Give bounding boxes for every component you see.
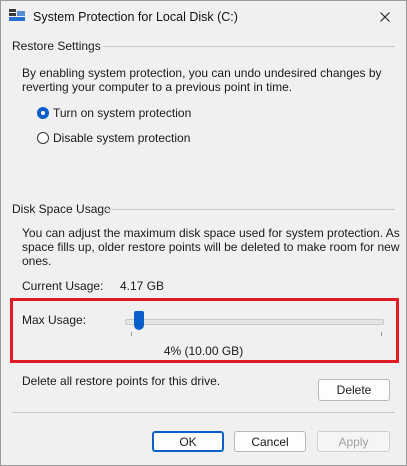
disk-description-line2: space fills up, older restore points wil… — [22, 240, 400, 254]
disable-label: Disable system protection — [53, 131, 191, 145]
max-usage-slider-thumb[interactable] — [134, 311, 145, 330]
delete-button[interactable]: Delete — [318, 379, 390, 401]
turn-on-protection-option[interactable]: Turn on system protection — [37, 106, 191, 120]
turn-on-label: Turn on system protection — [53, 106, 192, 120]
system-protection-icon — [9, 9, 25, 23]
ok-button[interactable]: OK — [152, 431, 224, 452]
current-usage-value: 4.17 GB — [120, 279, 165, 293]
cancel-button[interactable]: Cancel — [234, 431, 306, 452]
apply-button[interactable]: Apply — [317, 431, 390, 452]
window-title: System Protection for Local Disk (C:) — [33, 10, 238, 24]
restore-settings-label: Restore Settings — [12, 39, 101, 53]
footer-divider — [12, 412, 395, 413]
restore-settings-divider — [103, 46, 395, 47]
max-usage-label: Max Usage: — [22, 313, 87, 327]
close-icon — [380, 12, 390, 22]
close-button[interactable] — [370, 5, 400, 29]
turn-on-radio[interactable] — [37, 107, 49, 119]
disk-description-line3: ones. — [22, 254, 52, 268]
current-usage-label: Current Usage: — [22, 279, 104, 293]
delete-description: Delete all restore points for this drive… — [22, 374, 221, 388]
slider-tick-start — [131, 332, 132, 336]
disable-protection-option[interactable]: Disable system protection — [37, 131, 190, 145]
title-bar[interactable]: System Protection for Local Disk (C:) — [1, 1, 406, 33]
restore-description-line1: By enabling system protection, you can u… — [22, 66, 382, 80]
max-usage-value: 4% (10.00 GB) — [163, 344, 244, 358]
disable-radio[interactable] — [37, 132, 49, 144]
restore-description-line2: reverting your computer to a previous po… — [22, 80, 293, 94]
disk-description-line1: You can adjust the maximum disk space us… — [22, 226, 400, 240]
disk-space-divider — [103, 209, 395, 210]
disk-space-usage-label: Disk Space Usage — [12, 202, 111, 216]
slider-tick-end — [381, 332, 382, 336]
dialog-window: System Protection for Local Disk (C:) Re… — [0, 0, 407, 466]
max-usage-slider-track[interactable] — [125, 319, 384, 325]
